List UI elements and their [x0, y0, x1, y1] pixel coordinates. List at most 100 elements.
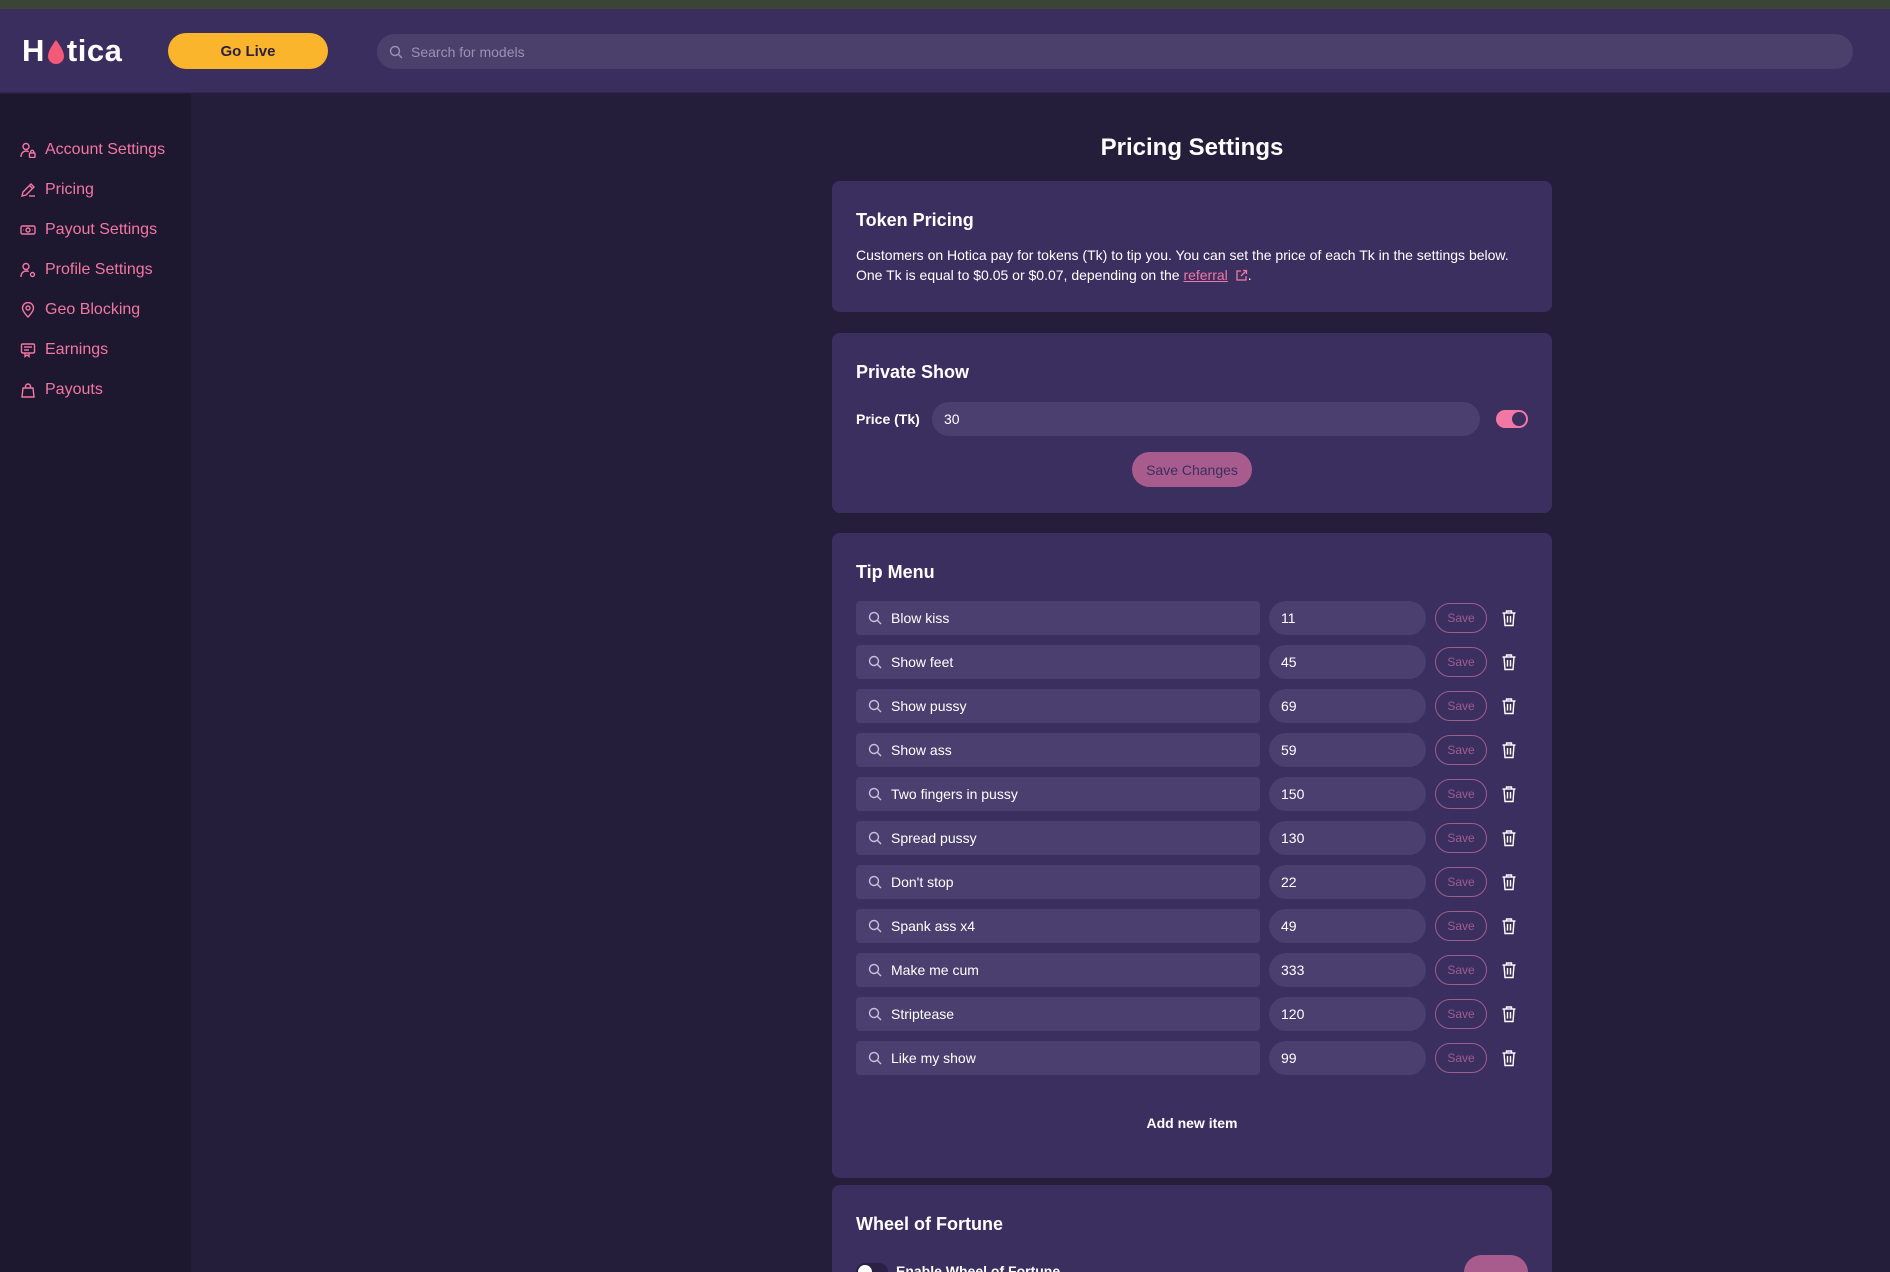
sidebar-item-account-settings[interactable]: Account Settings [0, 130, 191, 170]
tip-item-save-button[interactable]: Save [1435, 999, 1487, 1029]
trash-icon[interactable] [1501, 829, 1517, 847]
tip-item-price-field[interactable]: 150 [1269, 777, 1426, 811]
tip-item-price-field[interactable]: 49 [1269, 909, 1426, 943]
trash-icon[interactable] [1501, 741, 1517, 759]
tip-item-price-field[interactable]: 120 [1269, 997, 1426, 1031]
tip-item-name-field[interactable]: Like my show [856, 1041, 1260, 1075]
trash-icon[interactable] [1501, 1005, 1517, 1023]
sidebar-item-geo-blocking[interactable]: Geo Blocking [0, 290, 191, 330]
external-link-icon[interactable] [1235, 269, 1248, 282]
private-show-price-row: Price (Tk) [856, 402, 1480, 436]
tip-item-price-field[interactable]: 130 [1269, 821, 1426, 855]
private-show-toggle[interactable] [1496, 410, 1528, 428]
tip-item-name-field[interactable]: Spread pussy [856, 821, 1260, 855]
search-icon [868, 919, 882, 933]
private-show-card: Private Show Price (Tk) Save Changes [832, 333, 1552, 513]
referral-link[interactable]: referral [1183, 267, 1227, 283]
tip-item-price-field[interactable]: 99 [1269, 1041, 1426, 1075]
tip-menu-card: Tip Menu Blow kiss 11 Save Show feet 45 Save S… [832, 533, 1552, 1178]
search-icon [868, 787, 882, 801]
sidebar-item-profile-settings[interactable]: Profile Settings [0, 250, 191, 290]
tip-item-save-button[interactable]: Save [1435, 603, 1487, 633]
trash-icon[interactable] [1501, 697, 1517, 715]
sidebar-item-label: Pricing [45, 181, 94, 198]
tip-menu-row: Two fingers in pussy 150 Save [856, 777, 1517, 811]
top-header: H tica Go Live [0, 9, 1890, 93]
wheel-of-fortune-save-button[interactable] [1464, 1255, 1528, 1272]
private-show-price-input[interactable] [932, 402, 1480, 436]
tip-item-price-field[interactable]: 11 [1269, 601, 1426, 635]
tip-item-save-button[interactable]: Save [1435, 955, 1487, 985]
price-label: Price (Tk) [856, 411, 920, 427]
wheel-of-fortune-card: Wheel of Fortune Enable Wheel of Fortune [832, 1185, 1552, 1272]
logo-text-left: H [22, 33, 45, 68]
tip-item-name: Spread pussy [891, 830, 977, 846]
trash-icon[interactable] [1501, 917, 1517, 935]
sidebar-item-pricing[interactable]: Pricing [0, 170, 191, 210]
hotica-logo[interactable]: H tica [22, 31, 122, 71]
tip-item-price-field[interactable]: 45 [1269, 645, 1426, 679]
save-changes-button[interactable]: Save Changes [1132, 452, 1252, 487]
search-icon [868, 875, 882, 889]
bag-icon [21, 383, 35, 398]
search-icon [868, 831, 882, 845]
sidebar-item-label: Geo Blocking [45, 301, 141, 318]
tip-item-save-button[interactable]: Save [1435, 647, 1487, 677]
trash-icon[interactable] [1501, 1049, 1517, 1067]
go-live-button[interactable]: Go Live [168, 33, 328, 69]
trash-icon[interactable] [1501, 961, 1517, 979]
tip-item-name-field[interactable]: Show feet [856, 645, 1260, 679]
token-pricing-description: Customers on Hotica pay for tokens (Tk) … [856, 245, 1528, 285]
tip-item-save-button[interactable]: Save [1435, 867, 1487, 897]
tip-menu-row: Don't stop 22 Save [856, 865, 1517, 899]
tip-item-name-field[interactable]: Blow kiss [856, 601, 1260, 635]
flame-drop-icon [47, 40, 64, 64]
user-gear-icon [20, 262, 36, 278]
tip-item-name-field[interactable]: Show pussy [856, 689, 1260, 723]
search-bar[interactable] [377, 34, 1853, 69]
tip-item-save-button[interactable]: Save [1435, 779, 1487, 809]
tip-item-price-field[interactable]: 69 [1269, 689, 1426, 723]
trash-icon[interactable] [1501, 609, 1517, 627]
tip-item-name: Show ass [891, 742, 952, 758]
tip-item-name-field[interactable]: Make me cum [856, 953, 1260, 987]
sidebar-item-payout-settings[interactable]: Payout Settings [0, 210, 191, 250]
tip-item-price-field[interactable]: 333 [1269, 953, 1426, 987]
tip-item-save-button[interactable]: Save [1435, 691, 1487, 721]
tip-item-name-field[interactable]: Show ass [856, 733, 1260, 767]
tip-item-save-button[interactable]: Save [1435, 1043, 1487, 1073]
sidebar-item-label: Earnings [45, 341, 109, 358]
search-icon [868, 1007, 882, 1021]
search-input[interactable] [411, 43, 1811, 60]
wheel-of-fortune-toggle[interactable] [856, 1263, 888, 1272]
toggle-knob [1512, 412, 1526, 426]
tip-item-name: Spank ass x4 [891, 918, 976, 934]
enable-wheel-of-fortune-label: Enable Wheel of Fortune [896, 1263, 1061, 1272]
tip-item-price-field[interactable]: 22 [1269, 865, 1426, 899]
tip-item-save-button[interactable]: Save [1435, 735, 1487, 765]
tip-item-name: Show pussy [891, 698, 967, 714]
token-pricing-line2-suffix: . [1247, 267, 1252, 283]
tip-item-price-field[interactable]: 59 [1269, 733, 1426, 767]
search-icon [389, 45, 403, 58]
trash-icon[interactable] [1501, 653, 1517, 671]
tip-item-name-field[interactable]: Spank ass x4 [856, 909, 1260, 943]
trash-icon[interactable] [1501, 785, 1517, 803]
user-lock-icon [20, 142, 36, 158]
add-new-item-button[interactable]: Add new item [832, 1115, 1552, 1131]
trash-icon[interactable] [1501, 873, 1517, 891]
sidebar-item-label: Account Settings [45, 141, 166, 158]
toggle-knob [858, 1265, 872, 1272]
sidebar-item-payouts[interactable]: Payouts [0, 370, 191, 410]
tip-item-name-field[interactable]: Two fingers in pussy [856, 777, 1260, 811]
tip-item-name-field[interactable]: Don't stop [856, 865, 1260, 899]
tip-item-save-button[interactable]: Save [1435, 911, 1487, 941]
search-icon [868, 743, 882, 757]
tip-menu-row: Spank ass x4 49 Save [856, 909, 1517, 943]
tip-item-save-button[interactable]: Save [1435, 823, 1487, 853]
sidebar-item-earnings[interactable]: Earnings [0, 330, 191, 370]
window-top-strip [0, 0, 1890, 9]
tip-item-name-field[interactable]: Striptease [856, 997, 1260, 1031]
tip-menu-title: Tip Menu [856, 562, 935, 582]
wheel-of-fortune-title: Wheel of Fortune [856, 1214, 1003, 1234]
